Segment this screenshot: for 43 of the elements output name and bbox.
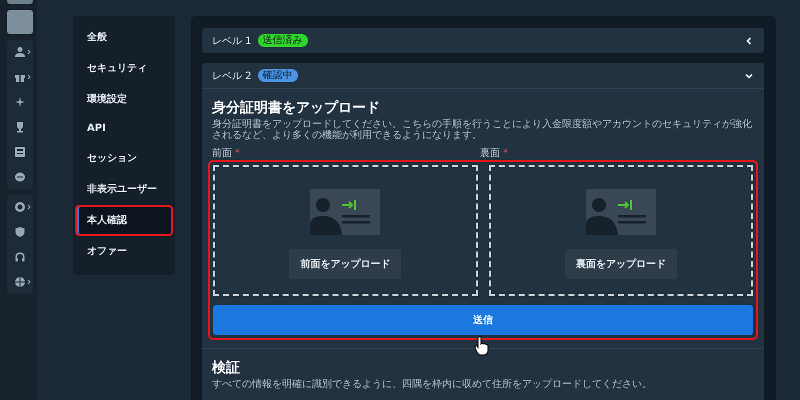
level-title: レベル 2 <box>212 70 252 82</box>
submit-button[interactable]: 送信 <box>213 305 753 335</box>
menu-item[interactable]: 本人確認 <box>75 205 173 236</box>
menu-item[interactable]: セキュリティ <box>75 53 173 84</box>
required-mark: * <box>503 148 508 159</box>
field-label: 前面 <box>212 148 232 159</box>
field-label: 裏面 <box>480 148 500 159</box>
menu-item[interactable]: セッション <box>75 143 173 174</box>
group-icon[interactable] <box>14 201 26 213</box>
upload-button[interactable]: 前面をアップロード <box>289 248 402 278</box>
chevron-icon <box>744 36 754 46</box>
drop-zone[interactable]: 裏面をアップロード <box>488 165 753 296</box>
menu-item[interactable]: オファー <box>75 236 173 267</box>
id-card-icon <box>310 188 380 234</box>
id-card-icon <box>586 188 656 234</box>
trophy-icon[interactable] <box>14 121 26 133</box>
drop-zone[interactable]: 前面をアップロード <box>213 165 478 296</box>
status-badge: 確認中 <box>258 69 298 82</box>
upload-button[interactable]: 裏面をアップロード <box>564 248 677 278</box>
section-title: 検証 <box>212 359 241 377</box>
section-description: 身分証明書をアップロードしてください。こちらの手順を行うことにより入金限度額やアカウントのセキュリティが強化されるなど、より多くの機能が利用できるようになります。 <box>212 119 753 141</box>
chevron-icon <box>26 279 30 285</box>
menu-item[interactable]: 全般 <box>75 22 173 53</box>
chevron-icon <box>26 74 30 80</box>
level-header[interactable]: レベル 1 送信済み <box>202 28 764 53</box>
required-mark: * <box>235 148 240 159</box>
chevron-icon <box>26 49 30 55</box>
chevron-icon <box>26 204 30 210</box>
section-description: すべての情報を明確に識別できるように、四隅を枠内に収めて住所をアップロードしてください。 <box>212 379 653 390</box>
section-title: 身分証明書をアップロード <box>212 99 381 117</box>
news-icon[interactable] <box>14 146 26 158</box>
status-badge: 送信済み <box>258 34 308 47</box>
spark-icon[interactable] <box>14 96 26 108</box>
shield-icon[interactable] <box>14 226 26 238</box>
hand-cursor-icon <box>474 336 490 356</box>
globe-icon[interactable] <box>14 276 26 288</box>
level-header[interactable]: レベル 2 確認中 <box>202 63 764 88</box>
level-title: レベル 1 <box>212 34 252 48</box>
menu-item[interactable]: API <box>75 115 173 143</box>
user-icon[interactable] <box>14 46 26 58</box>
headset-icon[interactable] <box>14 251 26 263</box>
menu-item[interactable]: 非表示ユーザー <box>75 174 173 205</box>
menu-item[interactable]: 環境設定 <box>75 84 173 115</box>
